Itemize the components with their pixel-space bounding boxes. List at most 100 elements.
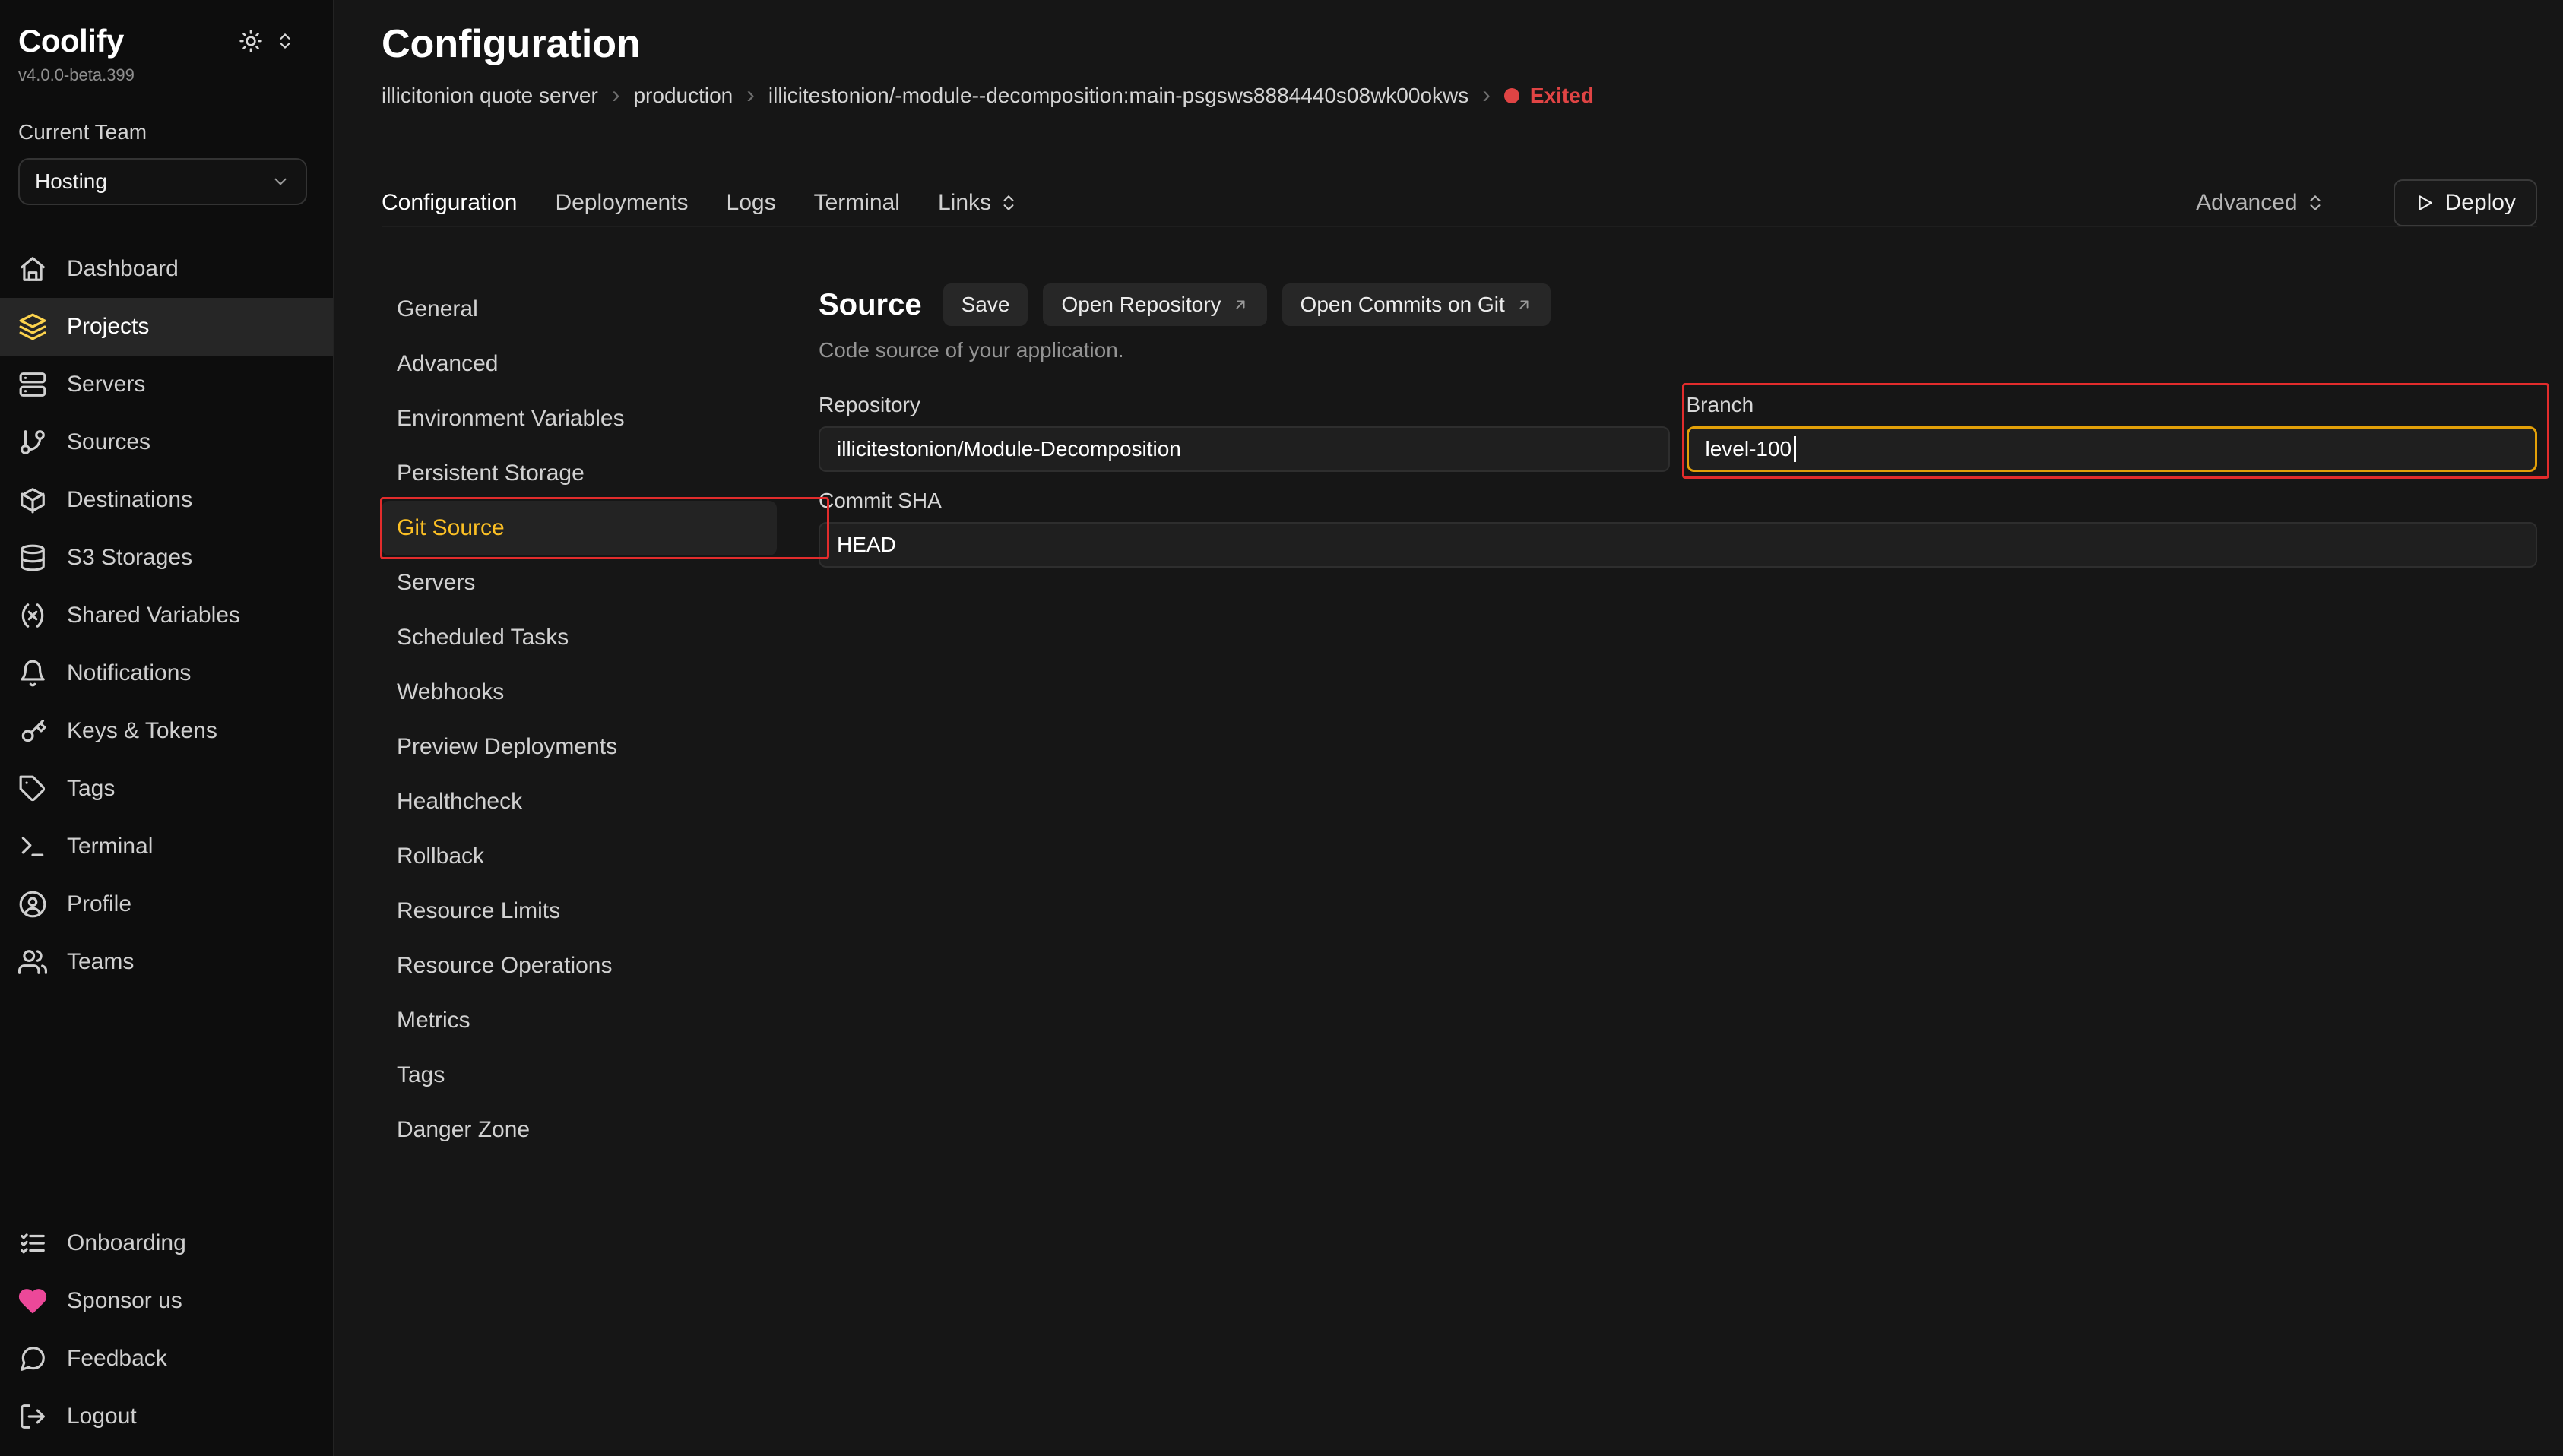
tab-bar: Configuration Deployments Logs Terminal … [382,180,2537,227]
config-nav-resource-limits[interactable]: Resource Limits [382,884,777,938]
sidebar-item-logout[interactable]: Logout [0,1388,333,1445]
config-nav-preview-deployments[interactable]: Preview Deployments [382,720,777,774]
source-panel: Source Save Open Repository Open Commits… [819,282,2537,1157]
config-nav-tags[interactable]: Tags [382,1048,777,1103]
open-repository-button[interactable]: Open Repository [1043,283,1266,326]
sidebar-item-onboarding[interactable]: Onboarding [0,1214,333,1272]
sidebar-item-tags[interactable]: Tags [0,760,333,818]
team-select[interactable]: Hosting [18,158,307,205]
theme-toggle-sun-icon[interactable] [239,29,263,53]
users-icon [18,948,47,976]
config-nav-persistent-storage[interactable]: Persistent Storage [382,446,777,501]
variable-icon [18,601,47,630]
sidebar-item-label: Keys & Tokens [67,718,217,744]
config-nav-general[interactable]: General [382,282,777,337]
team-select-value: Hosting [35,169,107,194]
config-nav-rollback[interactable]: Rollback [382,829,777,884]
save-button[interactable]: Save [943,283,1028,326]
config-nav-danger-zone[interactable]: Danger Zone [382,1103,777,1157]
config-nav-servers[interactable]: Servers [382,555,777,610]
sidebar-item-teams[interactable]: Teams [0,933,333,991]
sidebar-item-sponsor-us[interactable]: Sponsor us [0,1272,333,1330]
bell-icon [18,659,47,688]
sidebar-item-terminal[interactable]: Terminal [0,818,333,875]
sidebar-item-projects[interactable]: Projects [0,298,333,356]
brand-icons [239,29,295,53]
user-circle-icon [18,890,47,919]
breadcrumb: illicitonion quote server › production ›… [382,83,2537,109]
sidebar-item-shared-variables[interactable]: Shared Variables [0,587,333,644]
advanced-menu-button[interactable]: Advanced [2196,190,2324,216]
app-version: v4.0.0-beta.399 [0,65,333,85]
source-description: Code source of your application. [819,338,2537,362]
config-nav-environment-variables[interactable]: Environment Variables [382,391,777,446]
deploy-label: Deploy [2445,190,2516,216]
sidebar-item-label: Destinations [67,487,192,513]
config-nav-healthcheck[interactable]: Healthcheck [382,774,777,829]
open-commits-label: Open Commits on Git [1301,293,1505,317]
repository-input[interactable]: illicitestonion/Module-Decomposition [819,426,1670,472]
tab-links[interactable]: Links [938,190,1019,216]
text-cursor [1794,436,1796,462]
sidebar-item-label: Shared Variables [67,603,240,628]
sidebar-item-keys-tokens[interactable]: Keys & Tokens [0,702,333,760]
logout-icon [18,1402,47,1431]
sidebar-item-feedback[interactable]: Feedback [0,1330,333,1388]
tab-deployments[interactable]: Deployments [555,190,688,216]
commit-sha-label: Commit SHA [819,489,2537,513]
tag-icon [18,774,47,803]
main-content: Configuration illicitonion quote server … [334,0,2563,1456]
sidebar-item-destinations[interactable]: Destinations [0,471,333,529]
sidebar-item-label: Profile [67,891,131,917]
page-title: Configuration [382,23,2537,66]
sidebar-item-label: Onboarding [67,1230,186,1256]
tab-configuration[interactable]: Configuration [382,190,517,216]
config-nav-webhooks[interactable]: Webhooks [382,665,777,720]
content-area: General Advanced Environment Variables P… [382,282,2537,1157]
key-icon [18,717,47,745]
source-heading: Source [819,288,922,322]
app-root: Coolify v4.0.0-beta.399 Current Team Hos… [0,0,2563,1456]
external-link-icon [1232,296,1249,313]
config-nav-resource-operations[interactable]: Resource Operations [382,938,777,993]
version-selector-icon[interactable] [275,31,295,51]
status-text: Exited [1530,83,1594,109]
breadcrumb-project[interactable]: illicitonion quote server [382,83,598,109]
config-nav-metrics[interactable]: Metrics [382,993,777,1048]
config-nav-scheduled-tasks[interactable]: Scheduled Tasks [382,610,777,665]
sidebar-item-sources[interactable]: Sources [0,413,333,471]
config-nav-advanced[interactable]: Advanced [382,337,777,391]
sidebar-item-dashboard[interactable]: Dashboard [0,240,333,298]
chevron-right-icon: › [1482,81,1491,107]
config-subnav: General Advanced Environment Variables P… [382,282,819,1157]
commit-sha-field: Commit SHA HEAD [819,489,2537,568]
tab-links-label: Links [938,190,991,216]
layers-icon [18,312,47,341]
sidebar-item-label: Terminal [67,834,153,859]
sidebar-item-servers[interactable]: Servers [0,356,333,413]
config-nav-git-source[interactable]: Git Source [382,501,777,555]
sidebar-item-notifications[interactable]: Notifications [0,644,333,702]
open-commits-button[interactable]: Open Commits on Git [1282,283,1551,326]
source-panel-header: Source Save Open Repository Open Commits… [819,282,2537,326]
commit-sha-value: HEAD [837,533,896,557]
commit-sha-input[interactable]: HEAD [819,522,2537,568]
chevron-right-icon: › [746,81,755,107]
sidebar-item-profile[interactable]: Profile [0,875,333,933]
tab-terminal[interactable]: Terminal [814,190,900,216]
terminal-icon [18,832,47,861]
sidebar-item-label: Tags [67,776,115,802]
sidebar-footer-nav: Onboarding Sponsor us Feedback Logout [0,1214,333,1456]
breadcrumb-application[interactable]: illicitestonion/-module--decomposition:m… [768,83,1468,109]
deploy-button[interactable]: Deploy [2394,179,2537,226]
heart-icon [18,1287,47,1315]
sidebar-item-label: Notifications [67,660,191,686]
sidebar-item-s3-storages[interactable]: S3 Storages [0,529,333,587]
sidebar-item-label: Teams [67,949,134,975]
brand-row: Coolify [0,0,333,59]
tab-logs[interactable]: Logs [727,190,776,216]
breadcrumb-environment[interactable]: production [633,83,733,109]
sidebar-item-label: Sponsor us [67,1288,182,1314]
branch-input[interactable]: level-100 [1687,426,2538,472]
app-logo: Coolify [18,23,124,59]
